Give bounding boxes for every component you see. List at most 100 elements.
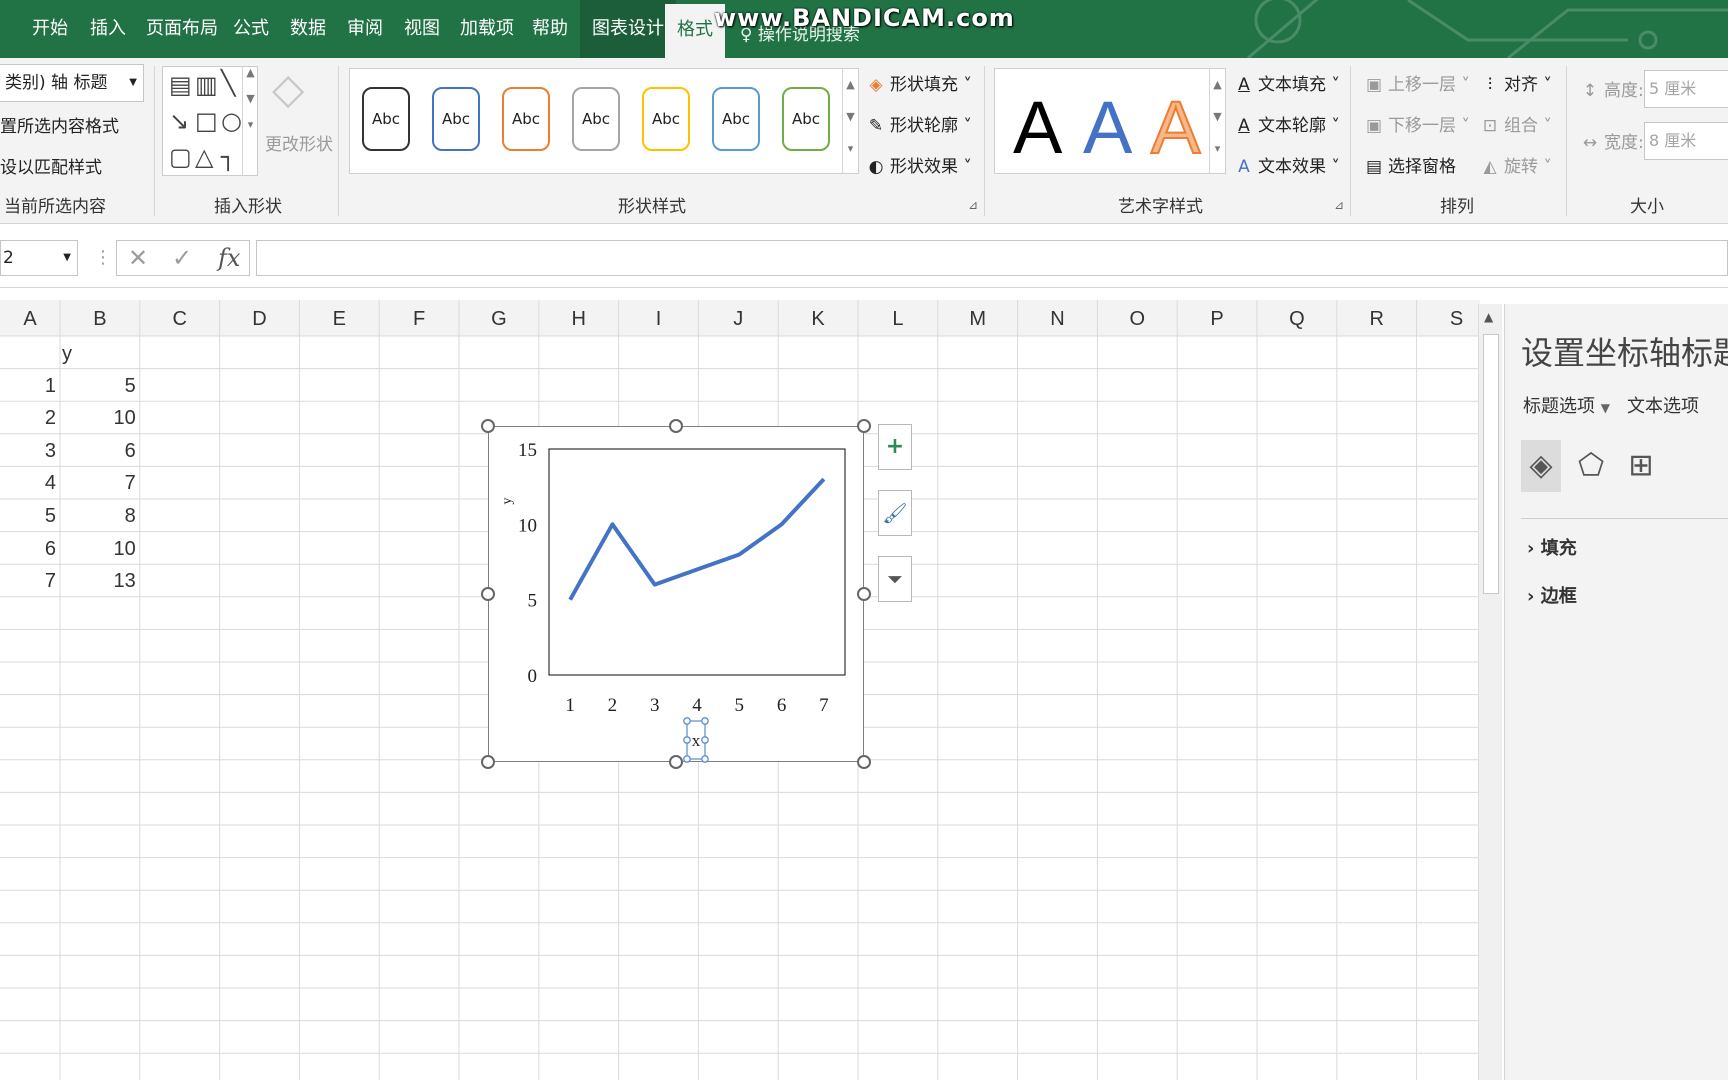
height-input[interactable]: 5 厘米 — [1644, 70, 1728, 108]
sheet-cell[interactable]: 6 — [0, 533, 56, 565]
sheet-cell[interactable]: 10 — [60, 402, 136, 434]
column-header[interactable]: J — [718, 308, 758, 331]
section-border[interactable]: › 边框 — [1527, 582, 1577, 608]
sheet-cell[interactable]: 3 — [0, 435, 56, 467]
selection-pane-button[interactable]: ▤ 选择窗格 — [1364, 152, 1456, 177]
chart-resize-handle[interactable] — [857, 755, 871, 769]
shape-style-preset[interactable]: Abc — [502, 87, 550, 151]
column-header[interactable]: H — [559, 308, 599, 331]
name-box[interactable]: 2 ▼ — [0, 240, 78, 276]
column-header[interactable]: F — [399, 308, 439, 331]
wordart-gallery[interactable]: A A A ▲ ▼ ▾ — [994, 68, 1226, 174]
dialog-launcher-icon[interactable]: ⊿ — [968, 198, 978, 212]
shape-fill-button[interactable]: ◈ 形状填充 ˅ — [866, 70, 971, 95]
bring-forward-button[interactable]: ▣ 上移一层 ˅ — [1364, 70, 1470, 95]
column-header[interactable]: K — [798, 308, 838, 331]
text-effects-button[interactable]: A 文本效果 ˅ — [1234, 152, 1340, 177]
vertical-scrollbar[interactable]: ▲ — [1478, 304, 1502, 1080]
tab-title-options[interactable]: 标题选项 ▼ — [1523, 392, 1610, 418]
text-fill-button[interactable]: A 文本填充 ˅ — [1234, 70, 1340, 95]
confirm-icon[interactable]: ✓ — [172, 244, 192, 272]
chart-area[interactable]: 0 5 10 15 1 2 3 4 5 6 7 y x — [488, 426, 864, 763]
sheet-cell[interactable]: 2 — [0, 402, 56, 434]
cancel-icon[interactable]: ✕ — [128, 244, 148, 272]
column-header[interactable]: A — [10, 308, 50, 331]
wordart-preset[interactable]: A — [1083, 91, 1132, 165]
wordart-scroll[interactable]: ▲ ▼ ▾ — [1209, 69, 1225, 173]
shape-style-preset[interactable]: Abc — [642, 87, 690, 151]
sheet-cell[interactable]: 7 — [60, 467, 136, 499]
tab-home[interactable]: 开始 — [32, 16, 68, 42]
tab-insert[interactable]: 插入 — [90, 16, 126, 42]
rotate-button[interactable]: ◭ 旋转 ˅ — [1480, 152, 1551, 177]
column-header[interactable]: G — [479, 308, 519, 331]
chart-resize-handle[interactable] — [481, 755, 495, 769]
triangle-shape-icon[interactable]: △ — [195, 145, 213, 169]
chart-resize-handle[interactable] — [481, 419, 495, 433]
shape-outline-button[interactable]: ✎ 形状轮廓 ˅ — [866, 111, 972, 136]
sheet-cell[interactable]: 8 — [60, 500, 136, 532]
rounded-rectangle-icon[interactable]: ▢ — [169, 145, 192, 169]
format-selection-button[interactable]: 置所选内容格式 — [0, 112, 119, 137]
chart-styles-button[interactable]: 🖌 — [878, 490, 912, 536]
arrow-shape-icon[interactable]: ↘ — [169, 109, 189, 133]
line-shape-icon[interactable]: ╲ — [221, 71, 235, 95]
shape-style-preset[interactable]: Abc — [712, 87, 760, 151]
sheet-cell[interactable]: 10 — [60, 533, 136, 565]
fill-line-icon[interactable]: ◈ — [1521, 440, 1561, 492]
column-header[interactable]: N — [1038, 308, 1078, 331]
tab-review[interactable]: 审阅 — [347, 16, 383, 42]
shapes-gallery-scroll[interactable]: ▲ ▼ ▾ — [242, 66, 258, 176]
tab-page-layout[interactable]: 页面布局 — [146, 16, 218, 42]
shape-style-preset[interactable]: Abc — [572, 87, 620, 151]
column-header[interactable]: Q — [1277, 308, 1317, 331]
shape-style-preset[interactable]: Abc — [362, 87, 410, 151]
chart-resize-handle[interactable] — [669, 755, 683, 769]
tab-chart-design[interactable]: 图表设计 — [580, 0, 676, 58]
dialog-launcher-icon[interactable]: ⊿ — [1334, 198, 1344, 212]
text-outline-button[interactable]: A 文本轮廓 ˅ — [1234, 111, 1340, 136]
column-header[interactable]: I — [639, 308, 679, 331]
sheet-cell[interactable]: 1 — [0, 370, 56, 402]
column-header[interactable]: B — [80, 308, 120, 331]
vertical-text-box-icon[interactable]: ▥ — [195, 73, 218, 97]
align-button[interactable]: ⫶ 对齐 ˅ — [1480, 70, 1552, 95]
column-header[interactable]: O — [1117, 308, 1157, 331]
column-header[interactable]: D — [240, 308, 280, 331]
sheet-cell[interactable]: 5 — [60, 370, 136, 402]
chart-element-dropdown[interactable]: 类别) 轴 标题 ▼ — [0, 64, 144, 102]
tab-addins[interactable]: 加载项 — [460, 16, 514, 42]
column-header[interactable]: P — [1197, 308, 1237, 331]
sheet-cell[interactable]: 4 — [0, 467, 56, 499]
section-fill[interactable]: › 填充 — [1527, 534, 1577, 560]
change-shape-button[interactable]: 更改形状 — [265, 130, 333, 155]
column-header[interactable]: C — [160, 308, 200, 331]
oval-shape-icon[interactable]: ○ — [221, 109, 242, 133]
chart-resize-handle[interactable] — [857, 419, 871, 433]
chart-elements-button[interactable]: + — [878, 424, 912, 470]
column-header[interactable]: R — [1357, 308, 1397, 331]
shape-styles-scroll[interactable]: ▲ ▼ ▾ — [842, 69, 858, 173]
tab-text-options[interactable]: 文本选项 — [1627, 392, 1699, 418]
wordart-preset[interactable]: A — [1150, 90, 1201, 166]
effects-icon[interactable]: ⬠ — [1571, 440, 1611, 492]
rectangle-shape-icon[interactable]: □ — [195, 109, 218, 133]
width-input[interactable]: 8 厘米 — [1644, 122, 1728, 160]
chart-resize-handle[interactable] — [481, 587, 495, 601]
sheet-cell[interactable]: y — [62, 338, 136, 370]
column-header[interactable]: E — [319, 308, 359, 331]
sheet-cell[interactable]: 13 — [60, 565, 136, 597]
scroll-up-icon[interactable]: ▲ — [1484, 310, 1493, 324]
shape-effects-button[interactable]: ◐ 形状效果 ˅ — [866, 152, 972, 177]
group-objects-button[interactable]: ⊡ 组合 ˅ — [1480, 111, 1552, 136]
text-box-icon[interactable]: ▤ — [169, 73, 192, 97]
send-backward-button[interactable]: ▣ 下移一层 ˅ — [1364, 111, 1470, 136]
shape-style-preset[interactable]: Abc — [432, 87, 480, 151]
tab-data[interactable]: 数据 — [290, 16, 326, 42]
column-header[interactable]: S — [1437, 308, 1477, 331]
connector-shape-icon[interactable]: ┐ — [221, 145, 235, 169]
sheet-cell[interactable]: 6 — [60, 435, 136, 467]
chart-resize-handle[interactable] — [669, 419, 683, 433]
tab-formulas[interactable]: 公式 — [233, 16, 269, 42]
scrollbar-thumb[interactable] — [1483, 334, 1499, 594]
